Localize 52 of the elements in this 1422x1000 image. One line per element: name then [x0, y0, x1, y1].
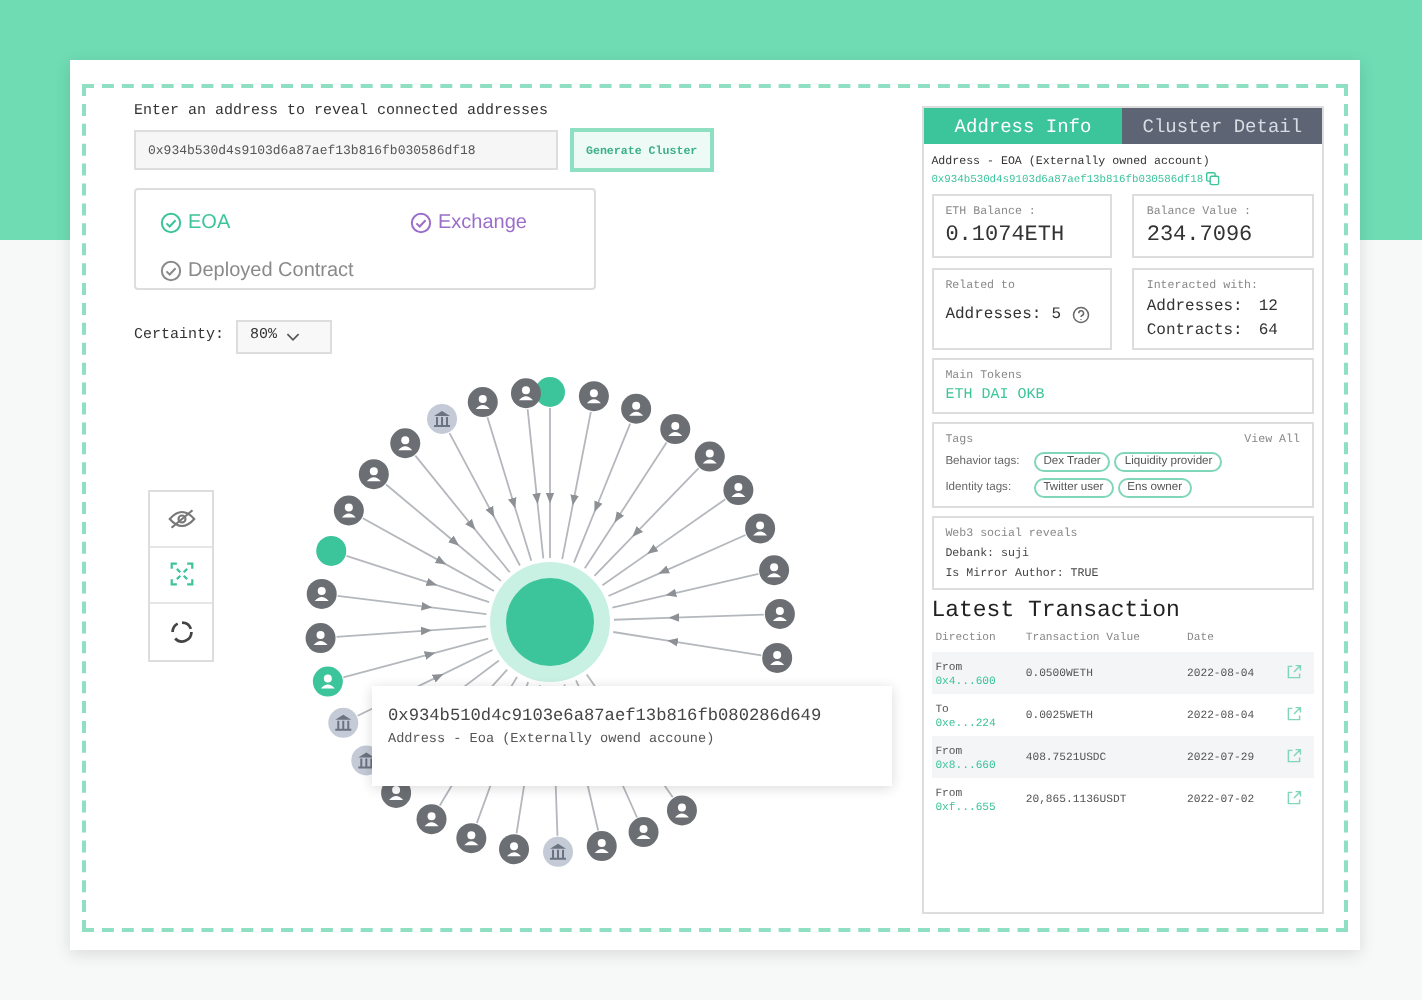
- chevron-down-icon: [285, 331, 300, 342]
- user-node[interactable]: [759, 555, 790, 585]
- user-node[interactable]: [306, 578, 337, 609]
- interacted-key: Contracts:: [1146, 322, 1243, 340]
- interacted-count: 12: [1258, 298, 1278, 316]
- eye-off-icon: [167, 507, 195, 530]
- user-node[interactable]: [694, 441, 725, 472]
- interacted-key: Addresses:: [1146, 298, 1243, 316]
- check-circle-icon: [160, 259, 182, 282]
- user-node[interactable]: [762, 642, 793, 673]
- bank-node[interactable]: [328, 707, 359, 738]
- user-node[interactable]: [390, 428, 421, 458]
- bank-node[interactable]: [427, 403, 457, 434]
- bank-node[interactable]: [543, 836, 574, 867]
- stat-value: 234.7096: [1146, 224, 1255, 248]
- refresh-icon: [169, 619, 193, 644]
- check-circle-icon: [410, 212, 432, 235]
- related-key: Addresses:: [945, 306, 1042, 324]
- check-circle-icon: [160, 212, 182, 235]
- account-node[interactable]: [316, 535, 347, 566]
- user-node[interactable]: [467, 386, 498, 417]
- user-node[interactable]: [764, 598, 795, 629]
- user-node[interactable]: [456, 822, 487, 853]
- help-icon[interactable]: [1071, 306, 1090, 324]
- user-node[interactable]: [723, 474, 754, 505]
- account-node[interactable]: [535, 376, 565, 407]
- user-node[interactable]: [510, 378, 541, 408]
- user-node[interactable]: [628, 816, 659, 847]
- filter-option[interactable]: EOA: [160, 206, 410, 241]
- user-node[interactable]: [666, 795, 697, 826]
- filter-option[interactable]: Exchange: [410, 206, 610, 241]
- related-count: 5: [1051, 306, 1062, 324]
- center-node[interactable]: [490, 561, 610, 682]
- user-node[interactable]: [358, 458, 389, 489]
- user-node[interactable]: [499, 833, 529, 864]
- user-node[interactable]: [305, 622, 336, 653]
- stat-value: 0.1074ETH: [945, 224, 1067, 248]
- tab[interactable]: Cluster Detail: [1122, 108, 1322, 144]
- user-node[interactable]: [745, 513, 776, 544]
- user-node[interactable]: [586, 830, 617, 861]
- fit-view-icon: [169, 562, 193, 587]
- tab[interactable]: Address Info: [923, 108, 1123, 144]
- user-node[interactable]: [416, 803, 447, 834]
- filter-option[interactable]: Deployed Contract: [160, 252, 410, 288]
- transactions-title: Latest Transaction: [931, 598, 1182, 624]
- user-node[interactable]: [312, 666, 343, 697]
- user-node[interactable]: [333, 495, 364, 526]
- user-node[interactable]: [660, 413, 691, 444]
- interacted-count: 64: [1258, 322, 1278, 340]
- user-node[interactable]: [621, 393, 652, 424]
- user-node[interactable]: [578, 381, 609, 411]
- tooltip-address: 0x934b510d4c9103e6a87aef13b816fb080286d649: [388, 705, 824, 726]
